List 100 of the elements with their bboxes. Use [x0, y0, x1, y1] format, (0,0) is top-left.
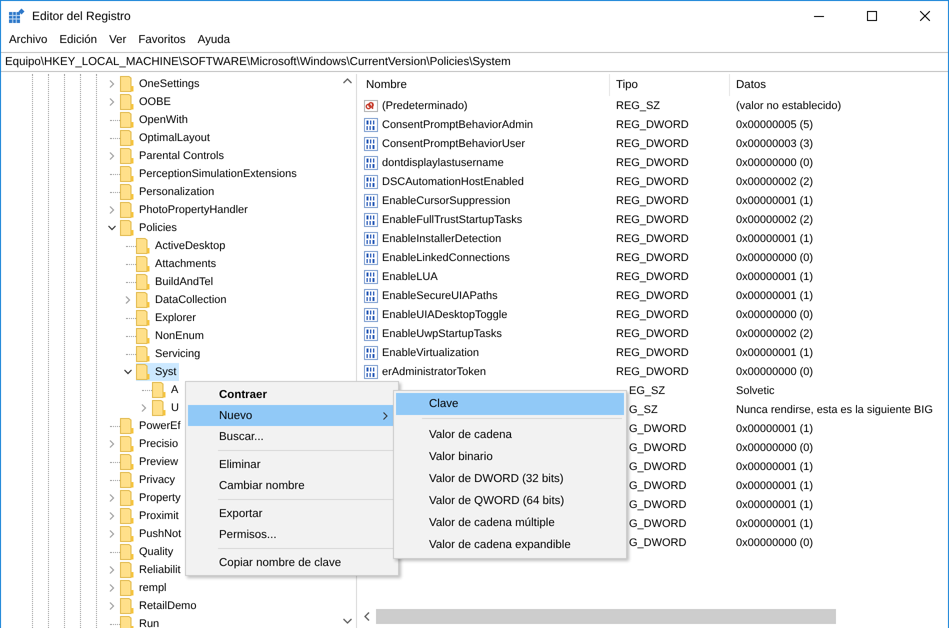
tree-item[interactable]: Personalization [120, 183, 218, 201]
menu-option[interactable]: Contraer [188, 384, 396, 405]
menu-option[interactable]: Valor de cadena múltiple [396, 512, 624, 534]
tree-item[interactable]: Syst [136, 363, 180, 381]
value-data-cell-text: (valor no establecido) [735, 100, 842, 112]
menu-option[interactable]: Buscar... [188, 426, 396, 447]
tree-item[interactable]: Privacy [120, 471, 178, 489]
tree-item[interactable]: Reliabilit [120, 561, 184, 579]
tree-item[interactable]: PerceptionSimulationExtensions [120, 165, 300, 183]
expand-chevron-icon[interactable] [140, 404, 148, 412]
address-bar[interactable]: Equipo\HKEY_LOCAL_MACHINE\SOFTWARE\Microsoft\Windows\CurrentVersion\Policies\System [1, 52, 948, 72]
menu-option[interactable]: Valor de DWORD (32 bits) [396, 468, 624, 490]
tree-item[interactable]: rempl [120, 579, 170, 597]
binary-value-icon [364, 118, 378, 132]
value-name-cell[interactable]: dontdisplaylastusername [360, 156, 610, 170]
expand-chevron-icon[interactable] [108, 98, 116, 106]
tree-item[interactable]: PowerEf [120, 417, 184, 435]
menu-option[interactable]: Exportar [188, 503, 396, 524]
expand-chevron-icon[interactable] [108, 206, 116, 214]
tree-item[interactable]: Policies [120, 219, 180, 237]
expand-chevron-icon[interactable] [108, 530, 116, 538]
tree-item[interactable]: OOBE [120, 93, 174, 111]
menu-item[interactable]: Ver [104, 34, 134, 46]
folder-icon [120, 508, 134, 524]
tree-item[interactable]: Preview [120, 453, 182, 471]
tree-item[interactable]: Precisio [120, 435, 182, 453]
tree-item[interactable]: Parental Controls [120, 147, 227, 165]
value-name-cell[interactable]: EnableSecureUIAPaths [360, 288, 610, 302]
value-name-cell[interactable]: EnableUIADesktopToggle [360, 308, 610, 322]
tree-item[interactable]: Run [120, 615, 162, 628]
value-name-cell[interactable]: EnableCursorSuppression [360, 194, 610, 208]
tree-item[interactable]: OpenWith [120, 111, 191, 129]
column-header[interactable]: Datos [730, 74, 948, 96]
expand-chevron-icon[interactable] [108, 512, 116, 520]
folder-icon [136, 256, 150, 272]
tree-item[interactable]: Attachments [136, 255, 220, 273]
expand-chevron-icon[interactable] [108, 152, 116, 160]
expand-chevron-icon[interactable] [108, 440, 116, 448]
expand-chevron-icon[interactable] [108, 584, 116, 592]
collapse-chevron-icon[interactable] [124, 368, 132, 376]
menu-option[interactable]: Valor de cadena [396, 424, 624, 446]
scroll-left-icon[interactable] [364, 612, 370, 621]
value-data-cell-text: 0x00000001 (1) [735, 270, 814, 282]
menu-option[interactable]: Valor binario [396, 446, 624, 468]
tree-item[interactable]: ActiveDesktop [136, 237, 228, 255]
menu-item[interactable]: Favoritos [133, 34, 193, 46]
folder-icon [120, 454, 134, 470]
scrollbar-thumb[interactable] [376, 609, 836, 624]
scroll-down-icon[interactable] [343, 618, 352, 624]
menu-option[interactable]: Copiar nombre de clave [188, 552, 396, 573]
tree-item[interactable]: OptimalLayout [120, 129, 213, 147]
expand-chevron-icon[interactable] [108, 80, 116, 88]
tree-item[interactable]: PhotoPropertyHandler [120, 201, 251, 219]
tree-item[interactable]: PushNot [120, 525, 184, 543]
tree-item[interactable]: Quality [120, 543, 176, 561]
expand-chevron-icon[interactable] [108, 494, 116, 502]
tree-item[interactable]: Explorer [136, 309, 199, 327]
folder-icon [120, 472, 134, 488]
menu-item[interactable]: Ayuda [192, 34, 238, 46]
value-name-cell[interactable]: EnableFullTrustStartupTasks [360, 212, 610, 226]
value-name-cell[interactable]: EnableVirtualization [360, 346, 610, 360]
menu-option[interactable]: Eliminar [188, 454, 396, 475]
value-name-cell[interactable]: EnableLUA [360, 270, 610, 284]
value-data-cell-text: 0x00000001 (1) [735, 346, 814, 358]
expand-chevron-icon[interactable] [108, 602, 116, 610]
value-type-cell-text: REG_DWORD [615, 176, 690, 188]
value-name-cell[interactable]: DSCAutomationHostEnabled [360, 174, 610, 188]
tree-item[interactable]: BuildAndTel [136, 273, 216, 291]
column-header[interactable]: Nombre [360, 74, 610, 96]
tree-item[interactable]: RetailDemo [120, 597, 200, 615]
tree-item[interactable]: Property [120, 489, 184, 507]
value-name-cell[interactable]: EnableUwpStartupTasks [360, 326, 610, 340]
column-header[interactable]: Tipo [610, 74, 730, 96]
value-name-cell[interactable]: ConsentPromptBehaviorAdmin [360, 118, 610, 132]
menu-option[interactable]: Permisos... [188, 524, 396, 545]
value-name-cell[interactable]: EnableLinkedConnections [360, 250, 610, 264]
tree-item[interactable]: Proximit [120, 507, 182, 525]
menu-item[interactable]: Archivo [4, 34, 54, 46]
folder-icon [120, 562, 134, 578]
expand-chevron-icon[interactable] [124, 296, 132, 304]
menu-option[interactable]: Valor de cadena expandible [396, 534, 624, 556]
menu-option[interactable]: Cambiar nombre [188, 475, 396, 496]
tree-item[interactable]: NonEnum [136, 327, 207, 345]
folder-icon [136, 346, 150, 362]
tree-item[interactable]: Servicing [136, 345, 204, 363]
tree-item[interactable]: OneSettings [120, 75, 203, 93]
value-name-cell[interactable]: (Predeterminado) [360, 98, 610, 112]
value-name-cell[interactable]: EnableInstallerDetection [360, 232, 610, 246]
value-name-cell[interactable]: erAdministratorToken [360, 364, 610, 378]
collapse-chevron-icon[interactable] [108, 224, 116, 232]
expand-chevron-icon[interactable] [108, 566, 116, 574]
tree-item[interactable]: U [152, 399, 182, 417]
menu-item[interactable]: Edición [54, 34, 104, 46]
menu-option[interactable]: Clave [396, 393, 624, 415]
menu-option[interactable]: Valor de QWORD (64 bits) [396, 490, 624, 512]
menu-option[interactable]: Nuevo [188, 405, 396, 426]
scroll-up-icon[interactable] [343, 78, 352, 84]
tree-item[interactable]: DataCollection [136, 291, 230, 309]
tree-item[interactable]: A [152, 381, 182, 399]
value-name-cell[interactable]: ConsentPromptBehaviorUser [360, 136, 610, 150]
